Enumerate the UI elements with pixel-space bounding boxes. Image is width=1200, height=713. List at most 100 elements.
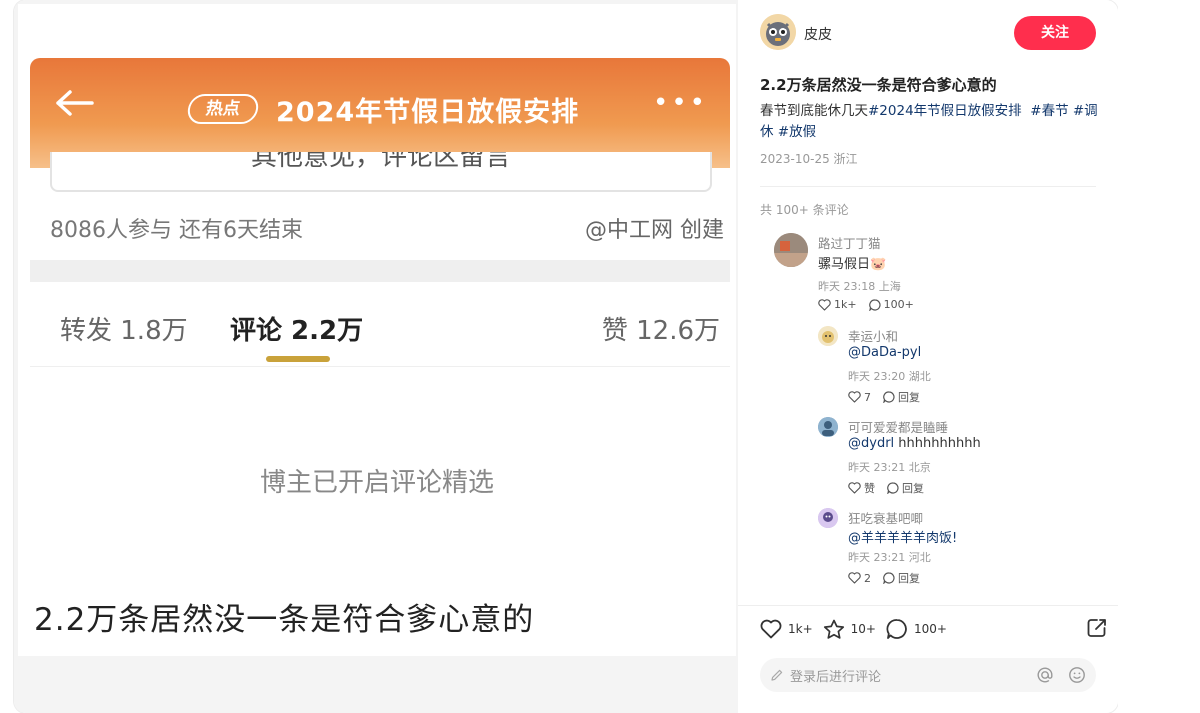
like-count: 1k+ xyxy=(834,298,857,311)
like-count: 7 xyxy=(864,390,871,404)
image-title: 2024年节假日放假安排 xyxy=(276,97,580,128)
image-participants: 8086人参与 还有6天结束 xyxy=(50,218,303,243)
divider xyxy=(738,605,1118,606)
follow-button[interactable]: 关注 xyxy=(1014,16,1096,50)
like-button[interactable]: 2 xyxy=(848,572,871,585)
avatar[interactable] xyxy=(774,233,808,267)
image-tab-underline xyxy=(266,356,330,362)
comment-author[interactable]: 狂吃衰基吧唧 xyxy=(848,508,923,527)
divider xyxy=(760,186,1096,187)
comment-actions: 赞 回复 xyxy=(848,480,932,496)
like-count: 2 xyxy=(864,571,871,585)
author-avatar[interactable] xyxy=(760,14,796,50)
reply-button[interactable]: 回复 xyxy=(883,570,920,586)
page-margin xyxy=(1118,0,1200,713)
image-input: 其他意见，评论区留言 xyxy=(50,152,712,192)
post-date-location: 2023-10-25 浙江 xyxy=(760,152,858,166)
image-tab-comment: 评论 2.2万 xyxy=(230,316,364,346)
reply-label: 回复 xyxy=(902,482,924,495)
page: 热点 2024年节假日放假安排 ••• 其他意见，评论区留言 8086人参与 还… xyxy=(0,0,1200,713)
comment-actions: 7 回复 xyxy=(848,389,928,405)
chat-bubble-icon xyxy=(886,619,907,639)
note-panel: 皮皮 关注 2.2万条居然没一条是符合爹心意的 春节到底能休几天#2024年节假… xyxy=(738,0,1118,713)
mention-link[interactable]: @DaDa-pyl xyxy=(848,345,921,360)
comment-time: 昨天 23:21 河北 xyxy=(848,551,931,564)
note-card: 热点 2024年节假日放假安排 ••• 其他意见，评论区留言 8086人参与 还… xyxy=(14,0,1118,713)
reply-button[interactable]: 回复 xyxy=(887,480,924,496)
comment-input[interactable]: 登录后进行评论 xyxy=(760,658,1096,692)
hot-badge: 热点 xyxy=(185,94,261,124)
comment-time: 昨天 23:20 湖北 xyxy=(848,370,931,383)
collect-count: 10+ xyxy=(850,622,876,636)
pencil-icon xyxy=(771,669,783,681)
image-curated-notice: 博主已开启评论精选 xyxy=(259,468,494,498)
avatar[interactable] xyxy=(818,508,838,528)
comment-text: @DaDa-pyl xyxy=(848,345,921,360)
comment-text: @羊羊羊羊羊肉饭! xyxy=(848,527,957,546)
image-tab-like: 赞 12.6万 xyxy=(601,316,720,346)
heart-icon xyxy=(848,572,861,584)
chat-bubble-icon xyxy=(868,298,881,311)
image-divider xyxy=(30,260,730,282)
like-count: 1k+ xyxy=(788,622,813,636)
emoji-icon[interactable] xyxy=(1068,666,1086,684)
comment-button[interactable]: 100+ xyxy=(886,618,947,640)
image-line xyxy=(30,366,730,367)
media-image: 热点 2024年节假日放假安排 ••• 其他意见，评论区留言 8086人参与 还… xyxy=(18,4,736,656)
reply-count: 100+ xyxy=(883,298,914,311)
collect-button[interactable]: 10+ xyxy=(823,619,876,640)
like-button[interactable]: 7 xyxy=(848,391,871,404)
post-title: 2.2万条居然没一条是符合爹心意的 xyxy=(760,76,997,94)
post-body-text: 春节到底能休几天 xyxy=(760,103,868,119)
comment-author[interactable]: 幸运小和 xyxy=(848,326,898,345)
comment-count: 共 100+ 条评论 xyxy=(760,203,849,217)
comment-text: 骡马假日🐷 xyxy=(818,257,887,272)
comment-input-placeholder: 登录后进行评论 xyxy=(790,669,882,685)
comment-total: 100+ xyxy=(913,622,947,636)
comment-actions: 1k+ 100+ xyxy=(818,298,922,311)
heart-icon xyxy=(818,298,831,311)
star-icon xyxy=(823,619,844,639)
post-body: 春节到底能休几天#2024年节假日放假安排 #春节 #调休 #放假 xyxy=(760,101,1100,143)
note-media[interactable]: 热点 2024年节假日放假安排 ••• 其他意见，评论区留言 8086人参与 还… xyxy=(14,0,738,713)
like-button[interactable]: 赞 xyxy=(848,480,875,496)
avatar[interactable] xyxy=(818,417,838,437)
comment-author[interactable]: 可可爱爱都是瞌睡 xyxy=(848,417,948,436)
more-dots-icon: ••• xyxy=(652,88,708,118)
back-arrow-icon xyxy=(54,88,94,118)
image-creator: @中工网 创建 xyxy=(585,218,724,243)
comment-author[interactable]: 路过丁丁猫 xyxy=(818,233,881,252)
tag-link[interactable]: #放假 xyxy=(778,124,816,140)
comment-time: 昨天 23:18 上海 xyxy=(818,280,901,293)
engagement-bar: 1k+ 10+ 100+ xyxy=(760,617,957,641)
chat-bubble-icon xyxy=(887,482,899,494)
reply-button[interactable]: 回复 xyxy=(883,389,920,405)
comment-actions: 2 回复 xyxy=(848,570,928,586)
comment-text-body: hhhhhhhhhh xyxy=(894,436,981,451)
tag-link[interactable]: #2024年节假日放假安排 xyxy=(868,103,1022,119)
author-name[interactable]: 皮皮 xyxy=(804,24,832,44)
reply-button[interactable]: 100+ xyxy=(868,298,914,311)
avatar[interactable] xyxy=(818,326,838,346)
heart-icon xyxy=(760,619,782,639)
like-post-button[interactable]: 1k+ xyxy=(760,619,813,639)
reply-label: 回复 xyxy=(898,391,920,404)
chat-bubble-icon xyxy=(883,391,895,403)
heart-icon xyxy=(848,391,861,403)
comment-text: @dydrl hhhhhhhhhh xyxy=(848,436,981,451)
like-label: 赞 xyxy=(864,482,875,495)
reply-label: 回复 xyxy=(898,572,920,585)
tag-link[interactable]: #春节 xyxy=(1030,103,1068,119)
heart-icon xyxy=(848,482,861,494)
mention-link[interactable]: @羊羊羊羊羊肉饭! xyxy=(848,531,957,546)
comment-input-icons xyxy=(1036,666,1086,684)
share-icon[interactable] xyxy=(1086,617,1108,643)
at-icon[interactable] xyxy=(1036,666,1054,684)
image-tab-forward: 转发 1.8万 xyxy=(60,316,188,346)
image-tabs: 转发 1.8万 评论 2.2万 赞 12.6万 xyxy=(30,310,730,350)
chat-bubble-icon xyxy=(883,572,895,584)
comment-time: 昨天 23:21 北京 xyxy=(848,461,931,474)
image-caption: 2.2万条居然没一条是符合爹心意的 xyxy=(34,602,535,638)
mention-link[interactable]: @dydrl xyxy=(848,436,894,451)
like-button[interactable]: 1k+ xyxy=(818,298,857,311)
